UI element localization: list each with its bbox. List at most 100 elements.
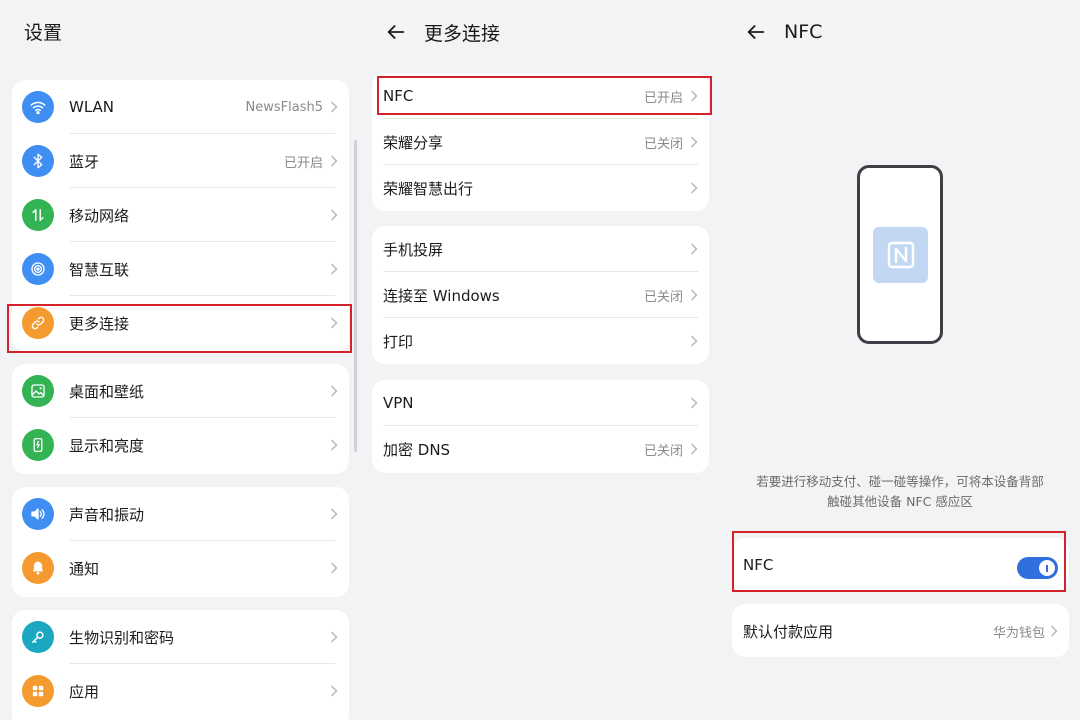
connections-group-3: VPN 加密 DNS 已关闭 [372,380,709,473]
chevron-right-icon [689,242,699,256]
bell-icon [22,552,54,584]
list-item-label: NFC [383,87,414,105]
settings-item-value: NewsFlash5 [245,99,323,115]
chevron-right-icon [689,181,699,195]
chevron-right-icon [689,135,699,149]
apps-icon [22,675,54,707]
chevron-right-icon [329,684,339,698]
bluetooth-icon [22,145,54,177]
nfc-icon [873,227,928,283]
settings-item-label: 移动网络 [69,206,130,225]
chevron-right-icon [689,288,699,302]
sound-icon [22,498,54,530]
settings-item-more-connections[interactable]: 更多连接 [12,296,349,350]
back-arrow-icon[interactable] [742,18,770,46]
nfc-toggle-switch[interactable] [1017,557,1058,579]
settings-item-label: 通知 [69,559,100,578]
default-payment-value: 华为钱包 [992,625,1045,641]
chevron-right-icon [689,442,699,456]
settings-item-label: WLAN [69,98,115,116]
list-item-label: 连接至 Windows [383,286,500,305]
settings-item-label: 蓝牙 [69,152,100,171]
chevron-right-icon [329,100,339,114]
default-payment-label: 默认付款应用 [743,622,834,641]
nfc-toggle-label: NFC [743,556,774,574]
settings-item-display[interactable]: 显示和亮度 [12,418,349,472]
list-item-label: 荣耀分享 [383,133,444,152]
settings-group-display: 桌面和壁纸 显示和亮度 [12,364,349,474]
settings-item-wlan[interactable]: WLAN NewsFlash5 [12,80,349,134]
settings-item-label: 声音和振动 [69,505,145,524]
header: 更多连接 [382,18,500,46]
nfc-description-line: 触碰其他设备 NFC 感应区 [827,494,973,509]
list-item-honor-share[interactable]: 荣耀分享 已关闭 [372,119,709,165]
scrollbar[interactable] [354,140,357,452]
default-payment-row[interactable]: 默认付款应用 华为钱包 [732,604,1069,658]
chevron-right-icon [329,316,339,330]
chevron-right-icon [329,507,339,521]
settings-group-sound: 声音和振动 通知 [12,487,349,597]
list-item-label: 荣耀智慧出行 [383,179,474,198]
settings-item-notifications[interactable]: 通知 [12,541,349,595]
more-connections-panel: 更多连接 NFC 已开启 荣耀分享 已关闭 荣耀智慧出行 手机投屏 连接至 Wi… [360,0,720,720]
chevron-right-icon [329,384,339,398]
settings-item-label: 应用 [69,682,100,701]
page-title: 更多连接 [424,22,501,45]
list-item-label: 加密 DNS [383,440,451,459]
settings-item-label: 更多连接 [69,314,130,333]
settings-group-connectivity: WLAN NewsFlash5 蓝牙 已开启 移动网络 智慧互联 更多连接 [12,80,349,351]
list-item-encrypted-dns[interactable]: 加密 DNS 已关闭 [372,426,709,472]
settings-item-sound[interactable]: 声音和振动 [12,487,349,541]
list-item-vpn[interactable]: VPN [372,380,709,426]
list-item-label: VPN [383,394,414,412]
list-item-honor-smart-travel[interactable]: 荣耀智慧出行 [372,165,709,211]
settings-item-mobile-network[interactable]: 移动网络 [12,188,349,242]
list-item-nfc[interactable]: NFC 已开启 [372,73,709,119]
list-item-label: 打印 [383,332,414,351]
settings-group-security: 生物识别和密码 应用 [12,610,349,720]
toggle-knob [1039,560,1055,576]
header: NFC [742,18,822,46]
connections-group-1: NFC 已开启 荣耀分享 已关闭 荣耀智慧出行 [372,73,709,211]
nfc-panel: NFC 若要进行移动支付、碰一碰等操作，可将本设备背部 触碰其他设备 NFC 感… [720,0,1080,720]
chevron-right-icon [689,396,699,410]
settings-item-smart-connect[interactable]: 智慧互联 [12,242,349,296]
chevron-right-icon [329,630,339,644]
settings-item-label: 显示和亮度 [69,436,145,455]
smart-connect-icon [22,253,54,285]
back-arrow-icon[interactable] [382,18,410,46]
list-item-value: 已关闭 [643,289,683,305]
chevron-right-icon [689,89,699,103]
settings-panel: 设置 WLAN NewsFlash5 蓝牙 已开启 移动网络 智慧互联 更多连接… [0,0,360,720]
settings-item-label: 桌面和壁纸 [69,382,145,401]
connections-group-2: 手机投屏 连接至 Windows 已关闭 打印 [372,226,709,364]
settings-item-label: 智慧互联 [69,260,130,279]
chevron-right-icon [329,208,339,222]
chevron-right-icon [329,262,339,276]
page-title: NFC [784,21,823,43]
settings-item-label: 生物识别和密码 [69,628,175,647]
settings-item-wallpaper[interactable]: 桌面和壁纸 [12,364,349,418]
wallpaper-icon [22,375,54,407]
display-icon [22,429,54,461]
chevron-right-icon [329,154,339,168]
settings-item-bluetooth[interactable]: 蓝牙 已开启 [12,134,349,188]
settings-item-biometrics[interactable]: 生物识别和密码 [12,610,349,664]
settings-item-value: 已开启 [283,155,323,171]
mobile-data-icon [22,199,54,231]
list-item-label: 手机投屏 [383,240,444,259]
list-item-screen-cast[interactable]: 手机投屏 [372,226,709,272]
chevron-right-icon [689,334,699,348]
nfc-description-line: 若要进行移动支付、碰一碰等操作，可将本设备背部 [756,474,1044,489]
link-icon [22,307,54,339]
phone-illustration [857,165,943,344]
list-item-connect-windows[interactable]: 连接至 Windows 已关闭 [372,272,709,318]
nfc-toggle-card: NFC [732,538,1069,592]
key-icon [22,621,54,653]
nfc-description: 若要进行移动支付、碰一碰等操作，可将本设备背部 触碰其他设备 NFC 感应区 [730,472,1070,512]
nfc-toggle-row[interactable]: NFC [732,538,1069,592]
list-item-print[interactable]: 打印 [372,318,709,364]
chevron-right-icon [329,561,339,575]
list-item-value: 已关闭 [643,136,683,152]
settings-item-apps[interactable]: 应用 [12,664,349,718]
